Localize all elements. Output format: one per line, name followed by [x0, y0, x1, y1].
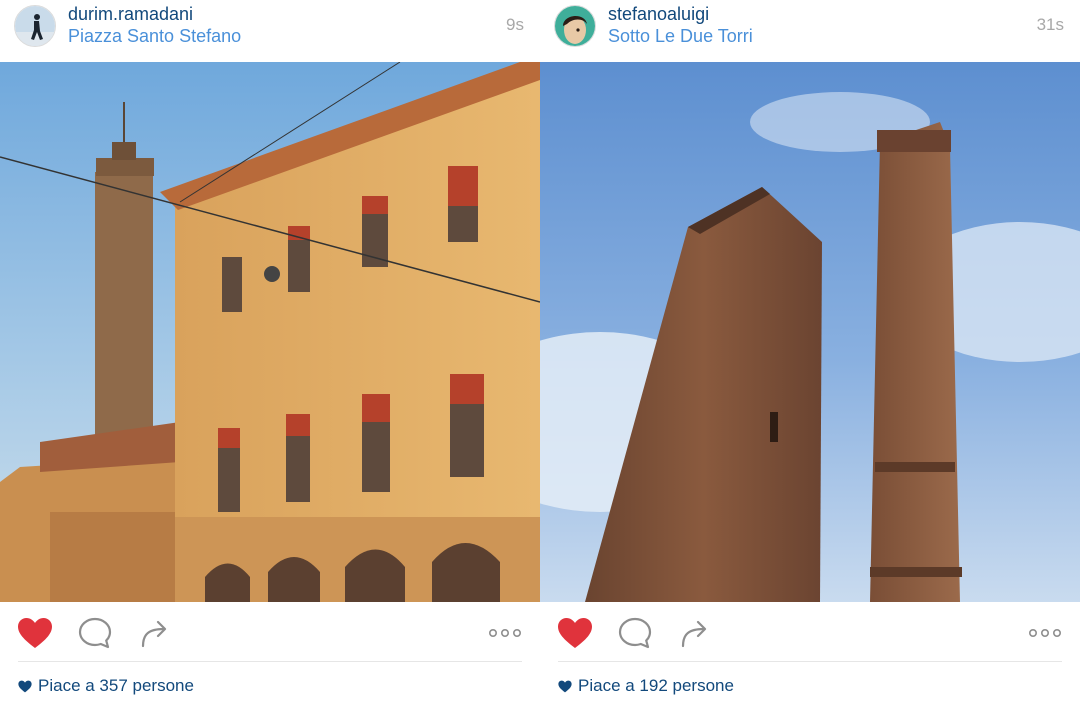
ellipsis-icon	[488, 628, 521, 638]
comment-button[interactable]	[78, 616, 112, 650]
ellipsis-icon	[1028, 628, 1061, 638]
heart-small-icon	[18, 680, 32, 693]
like-button[interactable]	[557, 616, 593, 650]
comment-bubble-icon	[78, 617, 112, 649]
comment-button[interactable]	[618, 616, 652, 650]
post-photo[interactable]	[540, 62, 1080, 602]
more-options-button[interactable]	[1028, 616, 1062, 650]
likes-count[interactable]: Piace a 357 persone	[18, 676, 194, 696]
divider	[558, 661, 1062, 662]
avatar[interactable]	[14, 5, 56, 47]
post-actions	[0, 602, 540, 662]
location-link[interactable]: Piazza Santo Stefano	[68, 26, 241, 47]
avatar[interactable]	[554, 5, 596, 47]
post-header: stefanoaluigi Sotto Le Due Torri 31s	[540, 0, 1080, 62]
post-card: durim.ramadani Piazza Santo Stefano 9s P…	[0, 0, 540, 704]
comment-bubble-icon	[618, 617, 652, 649]
share-button[interactable]	[680, 616, 710, 650]
heart-filled-icon	[18, 618, 52, 648]
post-header: durim.ramadani Piazza Santo Stefano 9s	[0, 0, 540, 62]
username[interactable]: durim.ramadani	[68, 4, 193, 25]
more-options-button[interactable]	[488, 616, 522, 650]
share-button[interactable]	[140, 616, 170, 650]
username[interactable]: stefanoaluigi	[608, 4, 709, 25]
heart-filled-icon	[558, 618, 592, 648]
like-button[interactable]	[17, 616, 53, 650]
share-arrow-icon	[141, 620, 167, 648]
likes-text: Piace a 357 persone	[38, 676, 194, 695]
feed: durim.ramadani Piazza Santo Stefano 9s P…	[0, 0, 1080, 704]
post-photo[interactable]	[0, 62, 540, 602]
likes-count[interactable]: Piace a 192 persone	[558, 676, 734, 696]
location-link[interactable]: Sotto Le Due Torri	[608, 26, 753, 47]
timestamp: 9s	[506, 15, 524, 34]
heart-small-icon	[558, 680, 572, 693]
likes-text: Piace a 192 persone	[578, 676, 734, 695]
post-card: stefanoaluigi Sotto Le Due Torri 31s Pia…	[540, 0, 1080, 704]
share-arrow-icon	[681, 620, 707, 648]
post-actions	[540, 602, 1080, 662]
divider	[18, 661, 522, 662]
timestamp: 31s	[1036, 15, 1064, 34]
